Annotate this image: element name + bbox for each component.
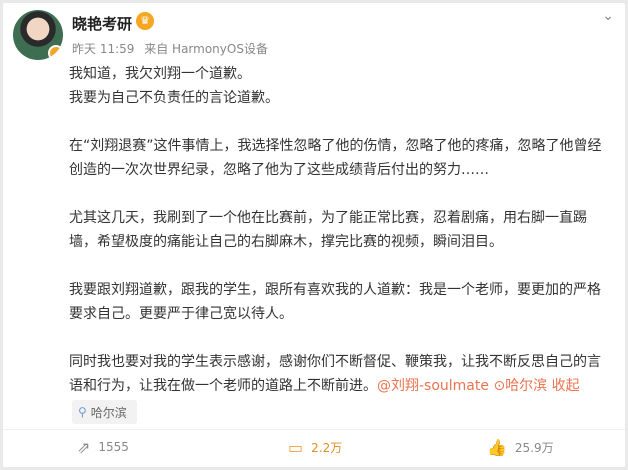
collapse-link[interactable]: 收起 — [552, 378, 580, 394]
post-source: 来自 HarmonyOS设备 — [144, 42, 268, 56]
content-line: 我知道，我欠刘翔一个道歉。 — [69, 66, 251, 82]
author-name[interactable]: 晓艳考研 — [72, 13, 132, 34]
comment-button[interactable]: ▭ 2.2万 — [288, 430, 342, 464]
content-line: 同时我也要对我的学生表示感谢，感谢你们不断督促、鞭策我，让我不断反思自己的言 — [69, 354, 601, 370]
verified-badge-icon — [48, 45, 63, 60]
repost-count: 1555 — [98, 440, 129, 454]
post-content: 我知道，我欠刘翔一个道歉。 我要为自己不负责任的言论道歉。 在“刘翔退赛”这件事… — [69, 62, 615, 398]
action-bar: ⇗ 1555 ▭ 2.2万 👍 25.9万 — [3, 430, 625, 464]
content-line: 要求自己。更要严于律己宽以待人。 — [69, 306, 293, 322]
content-line: 在“刘翔退赛”这件事情上，我选择性忽略了他的伤情，忽略了他的疼痛，忽略了他曾经 — [69, 138, 602, 154]
like-count: 25.9万 — [514, 440, 554, 455]
vip-crown-icon: ♛ — [136, 12, 154, 30]
content-line: 我要为自己不负责任的言论道歉。 — [69, 90, 279, 106]
thumbs-up-icon: 👍 — [487, 437, 507, 457]
avatar[interactable] — [13, 10, 63, 60]
content-line: 尤其这几天，我刷到了一个他在比赛前，为了能正常比赛，忍着剧痛，用右脚一直踢 — [69, 210, 587, 226]
post-time[interactable]: 昨天 11:59 — [72, 42, 134, 56]
mention-link[interactable]: @刘翔-soulmate — [377, 378, 489, 394]
content-line: 我要跟刘翔道歉，跟我的学生，跟所有喜欢我的人道歉：我是一个老师，要更加的严格 — [69, 282, 601, 298]
map-pin-icon: ⚲ — [78, 405, 87, 419]
comment-icon: ▭ — [288, 437, 304, 457]
content-text: 语和行为，让我在做一个老师的道路上不断前进。 — [69, 378, 377, 394]
post-meta: 昨天 11:59 来自 HarmonyOS设备 — [72, 40, 274, 57]
location-chip[interactable]: ⚲ 哈尔滨 — [72, 400, 137, 424]
content-line: 创造的一次次世界纪录，忽略了他为了这些成绩背后付出的努力…… — [69, 162, 489, 178]
location-pin-icon: ⊙ — [493, 378, 506, 394]
repost-button[interactable]: ⇗ 1555 — [77, 430, 129, 464]
location-chip-label: 哈尔滨 — [90, 405, 127, 420]
content-line-last: 语和行为，让我在做一个老师的道路上不断前进。@刘翔-soulmate ⊙哈尔滨 … — [69, 374, 615, 398]
location-link[interactable]: ⊙哈尔滨 — [493, 378, 547, 394]
location-link-text: 哈尔滨 — [505, 378, 548, 394]
content-line: 墙，希望极度的痛能让自己的右脚麻木，撑完比赛的视频，瞬间泪目。 — [69, 234, 503, 250]
comment-count: 2.2万 — [311, 440, 343, 455]
repost-icon: ⇗ — [77, 437, 91, 457]
more-options-icon[interactable]: ⌄ — [602, 8, 614, 24]
like-button[interactable]: 👍 25.9万 — [487, 430, 554, 464]
